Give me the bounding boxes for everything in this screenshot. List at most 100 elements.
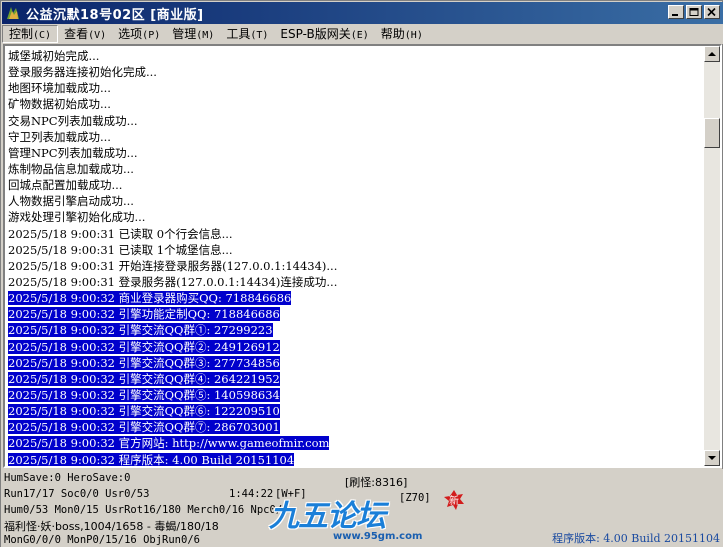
log-line[interactable]: 2025/5/18 9:00:32 商业登录器购买QQ: 718846686 bbox=[5, 290, 704, 306]
log-line[interactable]: 2025/5/18 9:00:32 引擎功能定制QQ: 718846686 bbox=[5, 306, 704, 322]
log-line[interactable]: 2025/5/18 9:00:32 官方网站: http://www.gameo… bbox=[5, 435, 704, 451]
log-line[interactable]: 2025/5/18 9:00:32 引擎交流QQ群⑥: 122209510 bbox=[5, 403, 704, 419]
log-line-text: 2025/5/18 9:00:32 商业登录器购买QQ: 718846686 bbox=[8, 291, 292, 306]
log-line[interactable]: 2025/5/18 9:00:32 引擎交流QQ群④: 264221952 bbox=[5, 371, 704, 387]
arrow-up-icon bbox=[708, 52, 716, 56]
log-line[interactable]: 2025/5/18 9:00:31 已读取 0个行会信息... bbox=[5, 226, 704, 242]
log-line[interactable]: 矿物数据初始成功... bbox=[5, 96, 704, 112]
log-line-text: 人物数据引擎启动成功... bbox=[8, 194, 134, 209]
maximize-icon bbox=[689, 8, 699, 16]
menu-item-0[interactable]: 控制(C) bbox=[2, 25, 59, 43]
new-badge-text: 新 bbox=[449, 494, 459, 507]
status-spawn-count: [刷怪:8316] bbox=[345, 476, 408, 489]
menu-item-shortcut: (H) bbox=[404, 30, 423, 41]
menu-item-label: 选项 bbox=[118, 27, 143, 41]
log-line[interactable]: 2025/5/18 9:00:31 登录服务器(127.0.0.1:14434)… bbox=[5, 274, 704, 290]
log-line-text: 地图环境加载成功... bbox=[8, 81, 111, 96]
menu-item-5[interactable]: ESP-B版网关(E) bbox=[274, 25, 374, 43]
scroll-down-button[interactable] bbox=[704, 450, 720, 466]
log-line[interactable]: 炼制物品信息加载成功... bbox=[5, 161, 704, 177]
log-line-text: 城堡城初始完成... bbox=[8, 49, 100, 63]
menu-item-6[interactable]: 帮助(H) bbox=[375, 25, 429, 43]
log-line[interactable]: 2025/5/18 9:00:32 引擎交流QQ群③: 277734856 bbox=[5, 355, 704, 371]
watermark-url: www.95gm.com bbox=[333, 531, 423, 542]
window-controls bbox=[666, 5, 720, 19]
log-line[interactable]: 城堡城初始完成... bbox=[5, 48, 704, 64]
menu-item-shortcut: (E) bbox=[350, 30, 369, 41]
log-line[interactable]: 交易NPC列表加载成功... bbox=[5, 113, 704, 129]
log-line[interactable]: 2025/5/18 9:00:31 已读取 1个城堡信息... bbox=[5, 242, 704, 258]
menu-item-4[interactable]: 工具(T) bbox=[220, 25, 274, 43]
log-line-text: 2025/5/18 9:00:31 已读取 0个行会信息... bbox=[8, 226, 233, 241]
menu-item-3[interactable]: 管理(M) bbox=[166, 25, 220, 43]
main-window: 公益沉默18号02区 [商业版] 控制(C) 查看(V) 选项(P) 管理(M) 工具(… bbox=[0, 0, 723, 547]
menu-item-label: 工具 bbox=[226, 27, 251, 41]
log-line-text: 管理NPC列表加载成功... bbox=[8, 145, 138, 160]
close-button[interactable] bbox=[704, 5, 720, 19]
menu-item-2[interactable]: 选项(P) bbox=[112, 25, 166, 43]
log-line[interactable]: 2025/5/18 9:00:32 引擎交流QQ群①: 27299223 bbox=[5, 322, 704, 338]
title-bar[interactable]: 公益沉默18号02区 [商业版] bbox=[2, 2, 723, 24]
vertical-scrollbar[interactable] bbox=[704, 46, 720, 466]
status-object-counts: Hum0/53 Mon0/15 UsrRot16/180 Merch0/16 N… bbox=[4, 504, 289, 516]
log-line[interactable]: 登录服务器连接初始化完成... bbox=[5, 64, 704, 80]
log-line[interactable]: 地图环境加载成功... bbox=[5, 80, 704, 96]
menu-item-label: 查看 bbox=[64, 27, 89, 41]
log-line-text: 2025/5/18 9:00:32 引擎交流QQ群②: 249126912 bbox=[8, 339, 280, 354]
log-line[interactable]: 2025/5/18 9:00:32 引擎交流QQ群②: 249126912 bbox=[5, 339, 704, 355]
minimize-icon bbox=[672, 14, 678, 16]
menu-item-shortcut: (V) bbox=[88, 30, 107, 41]
log-line[interactable]: 游戏处理引擎初始化成功... bbox=[5, 209, 704, 225]
log-line-text: 交易NPC列表加载成功... bbox=[8, 113, 138, 128]
log-line[interactable]: 回城点配置加载成功... bbox=[5, 177, 704, 193]
log-line-text: 守卫列表加载成功... bbox=[8, 129, 111, 144]
log-line-text: 2025/5/18 9:00:32 引擎交流QQ群⑤: 140598634 bbox=[8, 387, 280, 402]
log-line-text: 游戏处理引擎初始化成功... bbox=[8, 210, 146, 225]
menu-item-shortcut: (T) bbox=[250, 30, 269, 41]
menu-item-shortcut: (M) bbox=[196, 30, 215, 41]
log-list[interactable]: 城堡城初始完成... 登录服务器连接初始化完成... 地图环境加载成功... 矿物数据… bbox=[5, 46, 704, 466]
log-line-text: 登录服务器连接初始化完成... bbox=[8, 65, 157, 80]
arrow-down-icon bbox=[708, 456, 716, 460]
log-line[interactable]: 2025/5/18 9:00:32 程序版本: 4.00 Build 20151… bbox=[5, 452, 704, 466]
minimize-button[interactable] bbox=[668, 5, 684, 19]
log-line[interactable]: 守卫列表加载成功... bbox=[5, 129, 704, 145]
menu-item-label: 管理 bbox=[172, 27, 197, 41]
scroll-up-button[interactable] bbox=[704, 46, 720, 62]
watermark-logo: 九五论坛 www.95gm.com 新 bbox=[253, 489, 464, 545]
app-icon[interactable] bbox=[5, 5, 21, 21]
log-line-text: 2025/5/18 9:00:32 程序版本: 4.00 Build 20151… bbox=[8, 452, 295, 466]
menu-item-label: 控制 bbox=[9, 27, 34, 41]
menu-bar: 控制(C) 查看(V) 选项(P) 管理(M) 工具(T) ESP-B版网关(E) 帮助(H… bbox=[2, 24, 723, 44]
log-line-text: 2025/5/18 9:00:32 官方网站: http://www.gameo… bbox=[8, 436, 330, 451]
log-line-text: 2025/5/18 9:00:31 已读取 1个城堡信息... bbox=[8, 242, 233, 257]
log-line-text: 2025/5/18 9:00:32 引擎交流QQ群①: 27299223 bbox=[8, 323, 273, 338]
log-line[interactable]: 2025/5/18 9:00:31 开始连接登录服务器(127.0.0.1:14… bbox=[5, 258, 704, 274]
log-line-text: 回城点配置加载成功... bbox=[8, 178, 123, 193]
log-line-text: 2025/5/18 9:00:32 引擎功能定制QQ: 718846686 bbox=[8, 307, 280, 322]
log-line-text: 2025/5/18 9:00:32 引擎交流QQ群⑥: 122209510 bbox=[8, 404, 280, 419]
log-line[interactable]: 管理NPC列表加载成功... bbox=[5, 145, 704, 161]
version-label: 程序版本: 4.00 Build 20151104 bbox=[552, 532, 720, 545]
maximize-button[interactable] bbox=[686, 5, 702, 19]
log-line[interactable]: 2025/5/18 9:00:32 引擎交流QQ群⑦: 286703001 bbox=[5, 419, 704, 435]
status-boss-info: 福利怪·妖·boss,1004/1658 - 毒蝎/180/18 bbox=[4, 520, 219, 533]
menu-item-label: ESP-B版网关 bbox=[280, 27, 351, 41]
menu-item-label: 帮助 bbox=[380, 27, 405, 41]
menu-item-shortcut: (P) bbox=[142, 30, 161, 41]
log-line-text: 炼制物品信息加载成功... bbox=[8, 161, 134, 176]
log-panel[interactable]: 城堡城初始完成... 登录服务器连接初始化完成... 地图环境加载成功... 矿物数据… bbox=[3, 44, 722, 468]
log-line[interactable]: 2025/5/18 9:00:32 引擎交流QQ群⑤: 140598634 bbox=[5, 387, 704, 403]
menu-item-1[interactable]: 查看(V) bbox=[58, 25, 112, 43]
log-line-text: 2025/5/18 9:00:32 引擎交流QQ群③: 277734856 bbox=[8, 355, 280, 370]
log-line[interactable]: 人物数据引擎启动成功... bbox=[5, 193, 704, 209]
menu-item-shortcut: (C) bbox=[33, 30, 52, 41]
window-title: 公益沉默18号02区 [商业版] bbox=[26, 7, 204, 23]
status-run-counts: Run17/17 Soc0/0 Usr0/53 bbox=[4, 488, 150, 500]
watermark-logo-text: 九五论坛 bbox=[269, 499, 386, 534]
scroll-thumb[interactable] bbox=[704, 118, 720, 148]
status-monster-counts: MonG0/0/0 MonP0/15/16 ObjRun0/6 bbox=[4, 534, 200, 546]
log-line-text: 2025/5/18 9:00:31 登录服务器(127.0.0.1:14434)… bbox=[8, 274, 338, 289]
log-line-text: 2025/5/18 9:00:32 引擎交流QQ群④: 264221952 bbox=[8, 371, 280, 386]
close-icon bbox=[707, 8, 716, 17]
